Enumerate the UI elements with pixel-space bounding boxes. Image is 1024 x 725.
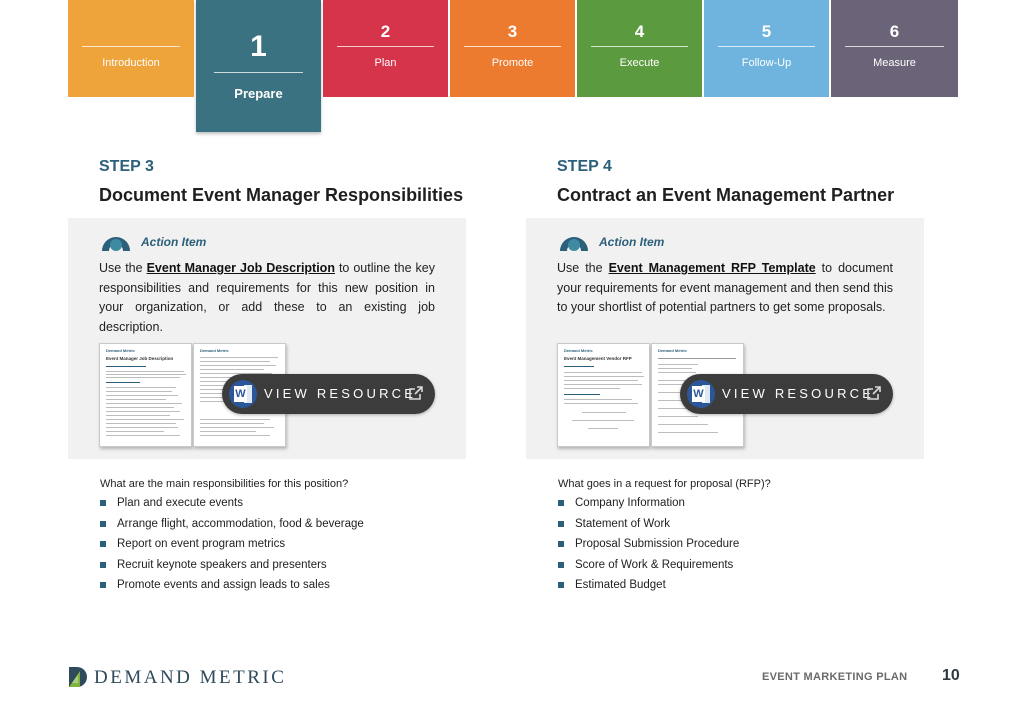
list-item-text: Score of Work & Requirements (575, 558, 734, 571)
logo-text: DEMAND METRIC (94, 667, 287, 688)
tab-prepare[interactable]: 1 Prepare (196, 0, 321, 132)
view-resource-label: VIEW RESOURCE (722, 386, 875, 401)
tab-label: Measure (873, 57, 916, 69)
list-item: Estimated Budget (558, 578, 739, 599)
list-item: Company Information (558, 496, 739, 517)
bullet-square-icon (100, 582, 106, 588)
action-item-icon (102, 237, 130, 251)
word-document-icon: W (687, 380, 715, 408)
list-item-text: Company Information (575, 497, 685, 509)
document-thumbnail-page: Demand Metric Event Management Vendor RF… (557, 343, 650, 447)
list-item: Score of Work & Requirements (558, 558, 739, 579)
rfp-question: What goes in a request for proposal (RFP… (558, 478, 771, 490)
tab-label: Prepare (234, 86, 283, 101)
view-resource-button[interactable]: W VIEW RESOURCE (222, 374, 435, 414)
tab-divider (591, 46, 688, 47)
list-item-text: Arrange flight, accommodation, food & be… (117, 517, 364, 530)
thumbnail-brand: Demand Metric (658, 348, 687, 353)
document-thumbnail-page: Demand Metric Event Manager Job Descript… (99, 343, 192, 447)
tab-divider (214, 72, 303, 73)
action-item-text: Use the Event Management RFP Template to… (557, 259, 893, 318)
bullet-square-icon (558, 541, 564, 547)
tab-plan[interactable]: 2 Plan (323, 0, 448, 97)
list-item: Proposal Submission Procedure (558, 537, 739, 558)
document-section-label: EVENT MARKETING PLAN (762, 671, 908, 683)
thumbnail-title: Event Manager Job Description (106, 356, 174, 361)
tab-execute[interactable]: 4 Execute (577, 0, 702, 97)
tab-number: 2 (380, 22, 391, 41)
thumbnail-brand: Demand Metric (200, 348, 229, 353)
list-item: Plan and execute events (100, 496, 364, 517)
thumbnail-brand: Demand Metric (106, 348, 135, 353)
tab-number: 3 (507, 22, 518, 41)
list-item-text: Promote events and assign leads to sales (117, 579, 330, 591)
bullet-square-icon (100, 520, 106, 527)
bullet-square-icon (100, 500, 106, 506)
step-kicker: STEP 4 (557, 158, 612, 175)
page-number: 10 (942, 667, 960, 684)
step-title: Document Event Manager Responsibilities (99, 185, 464, 205)
bullet-square-icon (558, 500, 564, 506)
responsibilities-question: What are the main responsibilities for t… (100, 478, 349, 490)
responsibilities-list: Plan and execute events Arrange flight, … (100, 496, 364, 599)
bullet-square-icon (558, 561, 564, 568)
tab-number: 6 (889, 22, 900, 41)
list-item: Recruit keynote speakers and presenters (100, 558, 364, 579)
tab-divider (845, 46, 944, 47)
tab-label: Execute (619, 57, 660, 69)
tab-measure[interactable]: 6 Measure (831, 0, 958, 97)
tab-number: 5 (761, 22, 772, 41)
rfp-template-link[interactable]: Event Management RFP Template (609, 261, 816, 275)
bullet-square-icon (558, 582, 564, 588)
tab-promote[interactable]: 3 Promote (450, 0, 575, 97)
list-item-text: Proposal Submission Procedure (575, 538, 740, 550)
tab-divider (718, 46, 815, 47)
bullet-square-icon (558, 520, 564, 527)
bullet-square-icon (100, 561, 106, 568)
action-item-panel: Action Item Use the Event Management RFP… (526, 218, 924, 459)
list-item-text: Plan and execute events (117, 497, 243, 509)
demand-metric-logo[interactable]: DEMAND METRIC (68, 666, 298, 688)
list-item: Arrange flight, accommodation, food & be… (100, 517, 364, 538)
text-prefix: Use the (557, 261, 609, 275)
tab-label: Follow-Up (741, 57, 792, 69)
tab-introduction[interactable]: Introduction (68, 0, 194, 97)
tab-divider (82, 46, 180, 47)
tab-label: Promote (491, 57, 534, 69)
view-resource-label: VIEW RESOURCE (264, 386, 417, 401)
step-title: Contract an Event Management Partner (557, 185, 895, 205)
word-document-icon: W (229, 380, 257, 408)
tab-label: Introduction (102, 57, 160, 69)
external-link-icon (409, 386, 423, 400)
action-item-label: Action Item (599, 235, 665, 249)
step-navigation: Introduction 1 Prepare 2 Plan 3 Promote … (68, 0, 958, 132)
rfp-contents-list: Company Information Statement of Work Pr… (558, 496, 739, 599)
thumbnail-brand: Demand Metric (564, 348, 593, 353)
list-item: Statement of Work (558, 517, 739, 538)
tab-number: 4 (634, 22, 645, 41)
logo-mark-icon (69, 667, 87, 687)
bullet-square-icon (100, 541, 106, 547)
list-item-text: Recruit keynote speakers and presenters (117, 558, 327, 571)
tab-number: 1 (250, 30, 267, 63)
list-item-text: Report on event program metrics (117, 538, 286, 550)
list-item-text: Estimated Budget (575, 579, 666, 591)
tab-divider (337, 46, 434, 47)
list-item: Report on event program metrics (100, 537, 364, 558)
action-item-label: Action Item (141, 235, 207, 249)
view-resource-button[interactable]: W VIEW RESOURCE (680, 374, 893, 414)
action-item-panel: Action Item Use the Event Manager Job De… (68, 218, 466, 459)
text-prefix: Use the (99, 261, 147, 275)
action-item-text: Use the Event Manager Job Description to… (99, 259, 435, 337)
list-item-text: Statement of Work (575, 517, 671, 530)
list-item: Promote events and assign leads to sales (100, 578, 364, 599)
thumbnail-title: Event Management Vendor RFP (564, 356, 632, 361)
external-link-icon (867, 386, 881, 400)
job-description-link[interactable]: Event Manager Job Description (147, 261, 335, 275)
action-item-icon (560, 237, 588, 251)
tab-divider (464, 46, 561, 47)
step-kicker: STEP 3 (99, 158, 154, 175)
tab-follow-up[interactable]: 5 Follow-Up (704, 0, 829, 97)
tab-label: Plan (374, 57, 397, 69)
